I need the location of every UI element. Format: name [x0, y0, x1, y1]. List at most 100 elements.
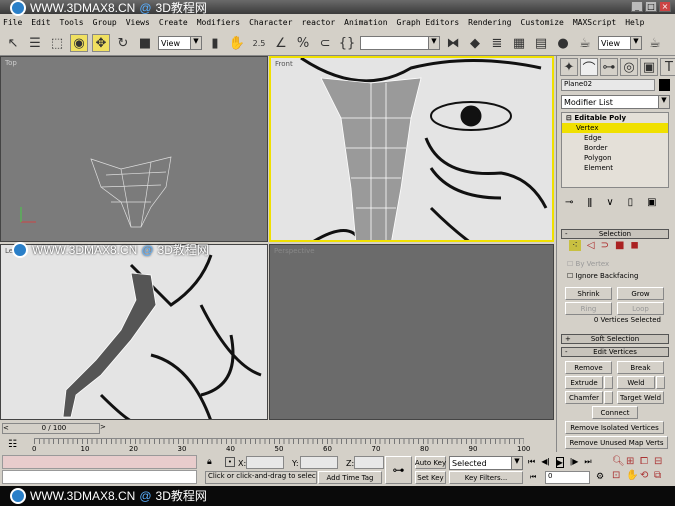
select-arrow-icon[interactable]: ↖	[4, 34, 22, 52]
menu-animation[interactable]: Animation	[344, 18, 387, 27]
go-to-end-icon[interactable]: ⏭	[584, 457, 591, 468]
create-tab-icon[interactable]: ✦	[560, 58, 578, 76]
viewport-front[interactable]: Front	[269, 56, 554, 242]
element-mode-icon[interactable]: ◼	[630, 240, 638, 251]
vertex-mode-icon[interactable]: ⁖	[569, 240, 581, 251]
edit-named-selection-icon[interactable]: {}	[338, 34, 356, 52]
maximize-button[interactable]: □	[645, 1, 657, 12]
border-mode-icon[interactable]: ⊃	[601, 240, 609, 251]
zoom-all-icon[interactable]: ⊞	[626, 456, 640, 467]
connect-button[interactable]: Connect	[592, 406, 638, 419]
key-mode-select[interactable]: Selected ▼	[449, 456, 523, 470]
remove-modifier-icon[interactable]: ▯	[628, 197, 634, 208]
close-button[interactable]: ×	[659, 1, 671, 12]
target-weld-button[interactable]: Target Weld	[617, 391, 664, 404]
hierarchy-tab-icon[interactable]: ⊶	[600, 58, 618, 76]
extrude-button[interactable]: Extrude	[565, 376, 603, 389]
ignore-backfacing-checkbox[interactable]: ☐ Ignore Backfacing	[567, 272, 638, 280]
object-name-field[interactable]: Plane02	[561, 79, 655, 91]
lock-selection-icon[interactable]: 🔒︎	[207, 457, 212, 467]
ring-button[interactable]: Ring	[565, 302, 612, 315]
select-by-name-icon[interactable]: ☰	[26, 34, 44, 52]
maximize-viewport-icon[interactable]: ⧉	[654, 470, 668, 481]
display-tab-icon[interactable]: ▣	[640, 58, 658, 76]
stack-polygon[interactable]: Polygon	[562, 153, 668, 163]
zoom-extents-all-icon[interactable]: ⊟	[654, 456, 668, 467]
time-slider-next[interactable]: >	[100, 423, 109, 434]
quick-render-icon[interactable]: ☕	[646, 34, 664, 52]
selection-rollout-header[interactable]: - Selection	[561, 229, 669, 239]
viewport-label-top[interactable]: Top	[5, 59, 17, 67]
weld-settings-button[interactable]	[656, 376, 665, 389]
menu-views[interactable]: Views	[126, 18, 150, 27]
absolute-mode-icon[interactable]: •	[225, 457, 235, 467]
chamfer-settings-button[interactable]	[604, 391, 613, 404]
render-type-select[interactable]: View ▼	[598, 36, 642, 50]
menu-edit[interactable]: Edit	[31, 18, 50, 27]
x-coordinate-field[interactable]	[246, 456, 284, 469]
menu-group[interactable]: Group	[93, 18, 117, 27]
material-editor-icon[interactable]: ●	[554, 34, 572, 52]
menu-modifiers[interactable]: Modifiers	[197, 18, 240, 27]
align-icon[interactable]: ◆	[466, 34, 484, 52]
chamfer-button[interactable]: Chamfer	[565, 391, 603, 404]
edge-mode-icon[interactable]: ◁	[587, 240, 595, 251]
modifier-list-select[interactable]: Modifier List ▼	[561, 95, 670, 109]
polygon-mode-icon[interactable]: ■	[615, 240, 624, 251]
stack-vertex[interactable]: Vertex	[562, 123, 668, 133]
current-frame-field[interactable]: 0	[545, 471, 590, 484]
scale-icon[interactable]: ■	[136, 34, 154, 52]
stack-border[interactable]: Border	[562, 143, 668, 153]
menu-character[interactable]: Character	[249, 18, 292, 27]
stack-element[interactable]: Element	[562, 163, 668, 173]
menu-reactor[interactable]: reactor	[301, 18, 335, 27]
menu-file[interactable]: File	[3, 18, 22, 27]
menu-tools[interactable]: Tools	[60, 18, 84, 27]
by-vertex-checkbox[interactable]: ☐ By Vertex	[567, 260, 609, 268]
remove-button[interactable]: Remove	[565, 361, 612, 374]
menu-help[interactable]: Help	[625, 18, 644, 27]
stack-edge[interactable]: Edge	[562, 133, 668, 143]
schematic-view-icon[interactable]: ▤	[532, 34, 550, 52]
remove-unused-map-verts-button[interactable]: Remove Unused Map Verts	[565, 436, 668, 449]
minimize-button[interactable]: _	[631, 1, 643, 12]
move-icon[interactable]: ✥	[92, 34, 110, 52]
go-to-start-icon[interactable]: ⏮	[528, 457, 535, 468]
window-crossing-icon[interactable]: ◉	[70, 34, 88, 52]
z-coordinate-field[interactable]	[354, 456, 384, 469]
pivot-icon[interactable]: ▮	[206, 34, 224, 52]
viewport-top[interactable]: Top	[0, 56, 268, 242]
maxscript-listener-pink[interactable]	[2, 455, 197, 469]
shrink-button[interactable]: Shrink	[565, 287, 612, 300]
render-scene-icon[interactable]: ☕	[576, 34, 594, 52]
zoom-extents-icon[interactable]: ⧠	[640, 456, 654, 467]
layer-manager-icon[interactable]: ≣	[488, 34, 506, 52]
play-icon[interactable]: ▶	[555, 457, 564, 468]
percent-snap-icon[interactable]: %	[294, 34, 312, 52]
y-coordinate-field[interactable]	[300, 456, 338, 469]
make-unique-icon[interactable]: ∨	[606, 197, 613, 208]
stack-editable-poly[interactable]: ⊟ Editable Poly	[562, 113, 668, 123]
viewport-label-perspective[interactable]: Perspective	[274, 247, 315, 255]
viewport-perspective[interactable]: Perspective	[269, 244, 554, 420]
viewport-label-front[interactable]: Front	[275, 60, 293, 68]
track-bar-icon[interactable]: ☷	[8, 439, 17, 450]
modify-tab-icon[interactable]: ⌒	[580, 58, 598, 77]
time-configuration-icon[interactable]: ⚙	[596, 472, 604, 482]
viewport-left[interactable]: Left	[0, 244, 268, 420]
named-selection-select[interactable]: ▼	[360, 36, 440, 50]
key-filters-button[interactable]: Key Filters...	[449, 471, 523, 484]
pin-stack-icon[interactable]: ⊸	[565, 197, 573, 208]
arc-rotate-icon[interactable]: ⟲	[640, 470, 654, 481]
menu-create[interactable]: Create	[159, 18, 188, 27]
weld-button[interactable]: Weld	[617, 376, 655, 389]
rect-selection-icon[interactable]: ⬚	[48, 34, 66, 52]
maxscript-listener-white[interactable]	[2, 470, 197, 484]
extrude-settings-button[interactable]	[604, 376, 613, 389]
configure-modifier-sets-icon[interactable]: ▣	[647, 197, 656, 208]
previous-frame-icon[interactable]: ◀ǀ	[541, 457, 550, 468]
region-zoom-icon[interactable]: ⊡	[612, 470, 626, 481]
time-slider[interactable]: <0 / 100	[2, 423, 100, 434]
reference-coordinate-select[interactable]: View ▼	[158, 36, 202, 50]
menu-maxscript[interactable]: MAXScript	[573, 18, 616, 27]
